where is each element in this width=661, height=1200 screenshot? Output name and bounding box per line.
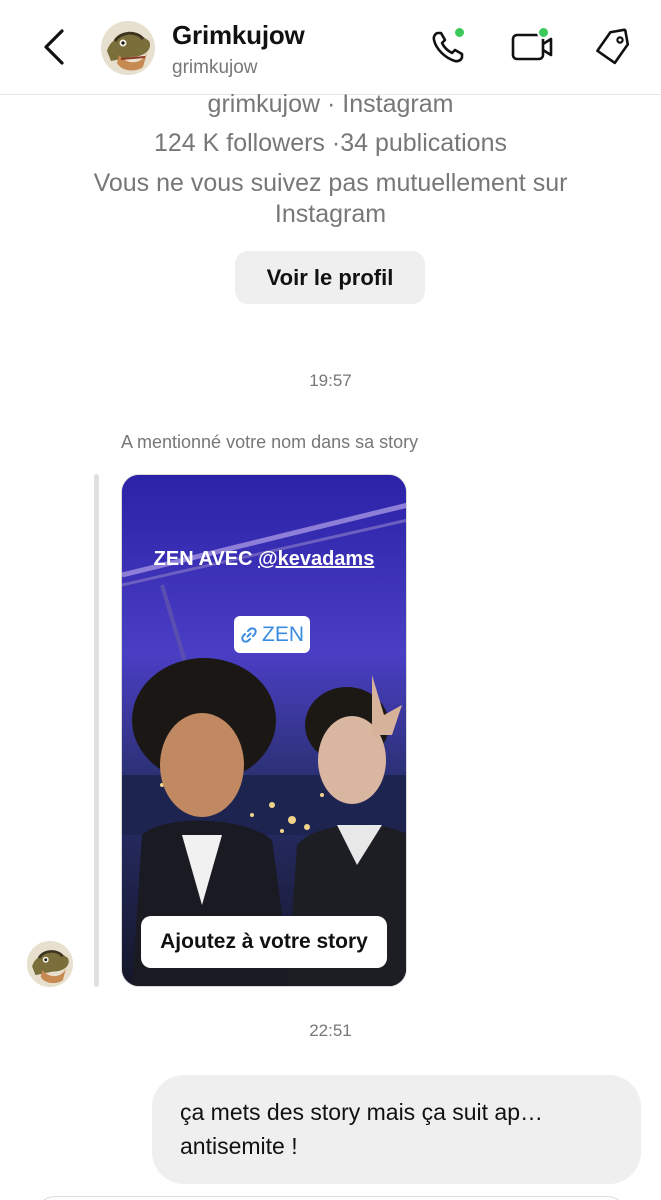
story-mention-card[interactable]: ZEN AVEC @kevadams ZEN Ajoutez à votre s…	[121, 474, 407, 987]
view-profile-button[interactable]: Voir le profil	[235, 251, 425, 304]
timestamp: 22:51	[309, 1021, 352, 1040]
profile-source: grimkujow · Instagram	[207, 90, 454, 118]
story-caption-text: ZEN AVEC	[153, 548, 259, 570]
link-sticker-label: ZEN	[262, 622, 304, 646]
online-indicator	[453, 26, 466, 39]
audio-call-button[interactable]	[423, 22, 473, 72]
tag-icon	[596, 28, 630, 65]
story-caption: ZEN AVEC @kevadams	[122, 548, 406, 571]
contact-name[interactable]: Grimkujow	[172, 20, 305, 51]
mutual-follow-notice: Vous ne vous suivez pas mutuellement sur…	[93, 169, 568, 228]
back-button[interactable]	[34, 24, 74, 70]
story-mention-label: A mentionné votre nom dans sa story	[121, 432, 419, 452]
message-line: ça mets des story mais ça suit ap…	[180, 1099, 544, 1125]
video-online-indicator	[537, 26, 550, 39]
sent-message-bubble[interactable]: ça mets des story mais ça suit ap… antis…	[152, 1075, 641, 1184]
link-icon	[241, 626, 257, 643]
message-line: antisemite !	[180, 1133, 298, 1159]
avatar[interactable]	[101, 21, 155, 75]
reply-indicator-bar	[94, 474, 99, 987]
message-composer[interactable]	[35, 1196, 627, 1200]
add-to-story-button[interactable]: Ajoutez à votre story	[141, 916, 387, 968]
video-call-button[interactable]	[507, 22, 557, 72]
profile-stats: 124 K followers ·34 publications	[154, 129, 507, 157]
timestamp: 19:57	[309, 371, 352, 390]
chevron-left-icon	[44, 29, 64, 65]
story-mention-handle[interactable]: @kevadams	[258, 548, 374, 570]
contact-username: grimkujow	[172, 57, 258, 78]
link-sticker[interactable]: ZEN	[234, 616, 310, 653]
sender-avatar[interactable]	[27, 941, 73, 987]
tag-button[interactable]	[588, 22, 638, 72]
chat-header: Grimkujow grimkujow	[0, 0, 661, 95]
